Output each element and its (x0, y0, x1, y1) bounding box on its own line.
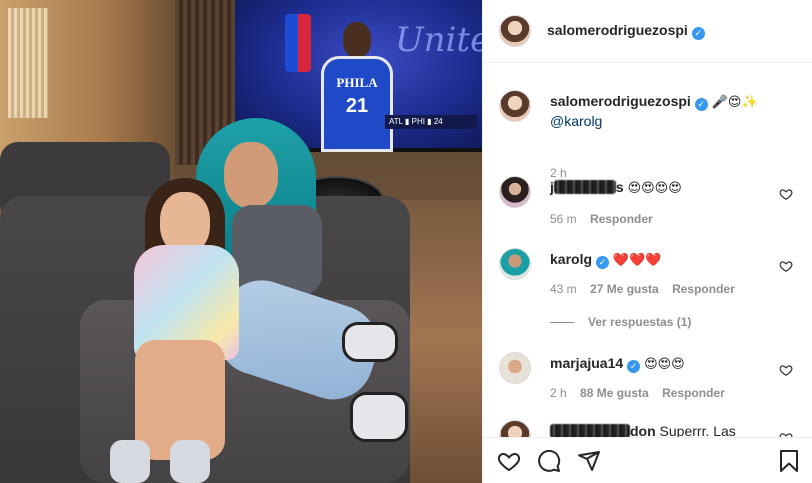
comment-time[interactable]: 2 h (550, 386, 567, 400)
comment-text: 😍😍😍😍 (627, 181, 682, 196)
verified-badge-icon: ✓ (627, 360, 641, 373)
league-logo (285, 14, 311, 72)
tv-script: Unite (395, 20, 482, 60)
comment-text: Superrr. Las (659, 423, 736, 437)
commenter-avatar[interactable] (499, 352, 531, 384)
comment-username[interactable]: marjajua14 (550, 355, 623, 371)
verified-badge-icon: ✓ (694, 98, 708, 111)
comments-list[interactable]: salomerodriguezospi ✓ 🎤😍✨ @karolg 2 h js … (483, 64, 812, 437)
redacted-name (553, 180, 616, 194)
comment-time[interactable]: 56 m (550, 212, 577, 226)
redacted-name (550, 424, 630, 437)
heart-icon[interactable] (497, 449, 521, 473)
comment-time[interactable]: 43 m (550, 282, 577, 296)
bookmark-icon[interactable] (777, 449, 801, 473)
author-avatar[interactable] (499, 90, 531, 122)
reply-button[interactable]: Responder (590, 212, 653, 226)
heart-icon[interactable] (779, 363, 793, 377)
commenter-avatar[interactable] (499, 420, 531, 437)
caption-mention[interactable]: @karolg (550, 112, 780, 130)
action-bar (483, 437, 812, 483)
comment-meta: 2 h 88 Me gusta Responder (550, 386, 735, 400)
girl-shoe (110, 440, 150, 483)
comment-meta: 43 m 27 Me gusta Responder (550, 282, 745, 296)
jersey-number: 21 (345, 95, 369, 117)
verified-badge-icon: ✓ (691, 27, 705, 40)
comment-username[interactable]: don (550, 423, 656, 437)
commenter-avatar[interactable] (499, 176, 531, 208)
comment-username[interactable]: karolg (550, 251, 592, 267)
woman-shoe (342, 322, 398, 362)
comment-text: ❤️❤️❤️ (612, 253, 662, 268)
caption-text: 🎤😍✨ (711, 95, 758, 110)
comment-meta: 56 m Responder (550, 212, 663, 226)
comment-icon[interactable] (537, 449, 561, 473)
scorebar: ATL ▮ PHI ▮ 24 (385, 115, 477, 129)
post-header: salomerodriguezospi ✓ (483, 0, 812, 63)
likes-count[interactable]: 88 Me gusta (580, 386, 649, 400)
verified-badge-icon: ✓ (596, 256, 610, 269)
heart-icon[interactable] (779, 187, 793, 201)
comment-username[interactable]: js (550, 179, 624, 195)
woman-shoe (350, 392, 408, 442)
girl-shoe (170, 440, 210, 483)
likes-count[interactable]: 27 Me gusta (590, 282, 659, 296)
woman-top (232, 205, 322, 295)
post-panel: salomerodriguezospi ✓ salomerodriguezospi… (482, 0, 812, 483)
jersey-team: PHILA (336, 75, 378, 90)
commenter-avatar[interactable] (499, 248, 531, 280)
view-replies-button[interactable]: Ver respuestas (1) (550, 315, 691, 329)
author-username[interactable]: salomerodriguezospi ✓ (547, 22, 705, 40)
share-icon[interactable] (577, 449, 601, 473)
reply-button[interactable]: Responder (662, 386, 725, 400)
author-avatar[interactable] (499, 15, 531, 47)
caption-username[interactable]: salomerodriguezospi (550, 93, 691, 109)
woman-face (224, 142, 278, 208)
reply-button[interactable]: Responder (672, 282, 735, 296)
heart-icon[interactable] (779, 259, 793, 273)
comment-text: 😍😍😍 (644, 357, 685, 372)
post-photo[interactable]: Unite PHILA 21 ATL ▮ PHI ▮ 24 (0, 0, 482, 483)
basketball-player: PHILA 21 (313, 22, 397, 152)
